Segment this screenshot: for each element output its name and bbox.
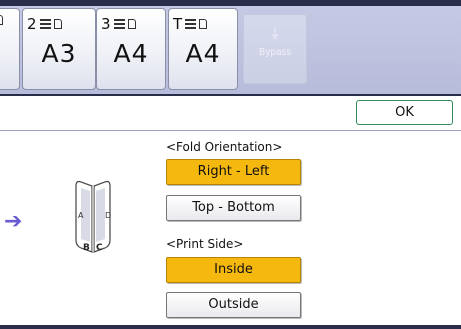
paper-page-icon [127,19,136,29]
page-label-a: A [78,211,84,220]
page-label-d: D [105,211,111,220]
fold-top-bottom-button[interactable]: Top - Bottom [166,195,301,221]
tray-number: T [173,15,183,33]
print-side-outside-button[interactable]: Outside [166,292,301,318]
tray-2-button[interactable]: 2 A3 [22,8,96,90]
tray-number: 3 [101,15,111,33]
tray-t-button[interactable]: T A4 [168,8,238,90]
paper-stack-icon [39,19,51,29]
paper-page-icon [199,19,208,29]
fold-right-left-button[interactable]: Right - Left [166,159,301,185]
tray-1-button[interactable] [0,8,20,90]
print-side-heading: <Print Side> [166,237,244,251]
page-label-c: C [96,243,103,253]
ok-button[interactable]: OK [356,100,453,125]
bypass-label: Bypass [258,47,292,58]
tray-paper-size: A4 [185,39,221,68]
print-side-inside-button[interactable]: Inside [166,257,301,283]
tray-paper-size: A4 [113,39,149,68]
tray-paper-size: A3 [41,39,77,68]
bypass-arrow-icon: ⤓ [271,23,279,42]
fold-illustration: A D B C [75,180,111,253]
bypass-tray-button[interactable]: ⤓ Bypass [243,14,307,84]
fold-orientation-heading: <Fold Orientation> [166,140,283,154]
bottom-border [0,325,461,329]
arrow-right-icon: ➔ [4,209,23,234]
tray-number: 2 [27,15,37,33]
paper-page-icon [0,15,3,25]
paper-page-icon [53,19,62,29]
paper-stack-icon [185,19,197,29]
tray-3-button[interactable]: 3 A4 [96,8,166,90]
paper-stack-icon [113,19,125,29]
page-label-b: B [83,243,90,253]
